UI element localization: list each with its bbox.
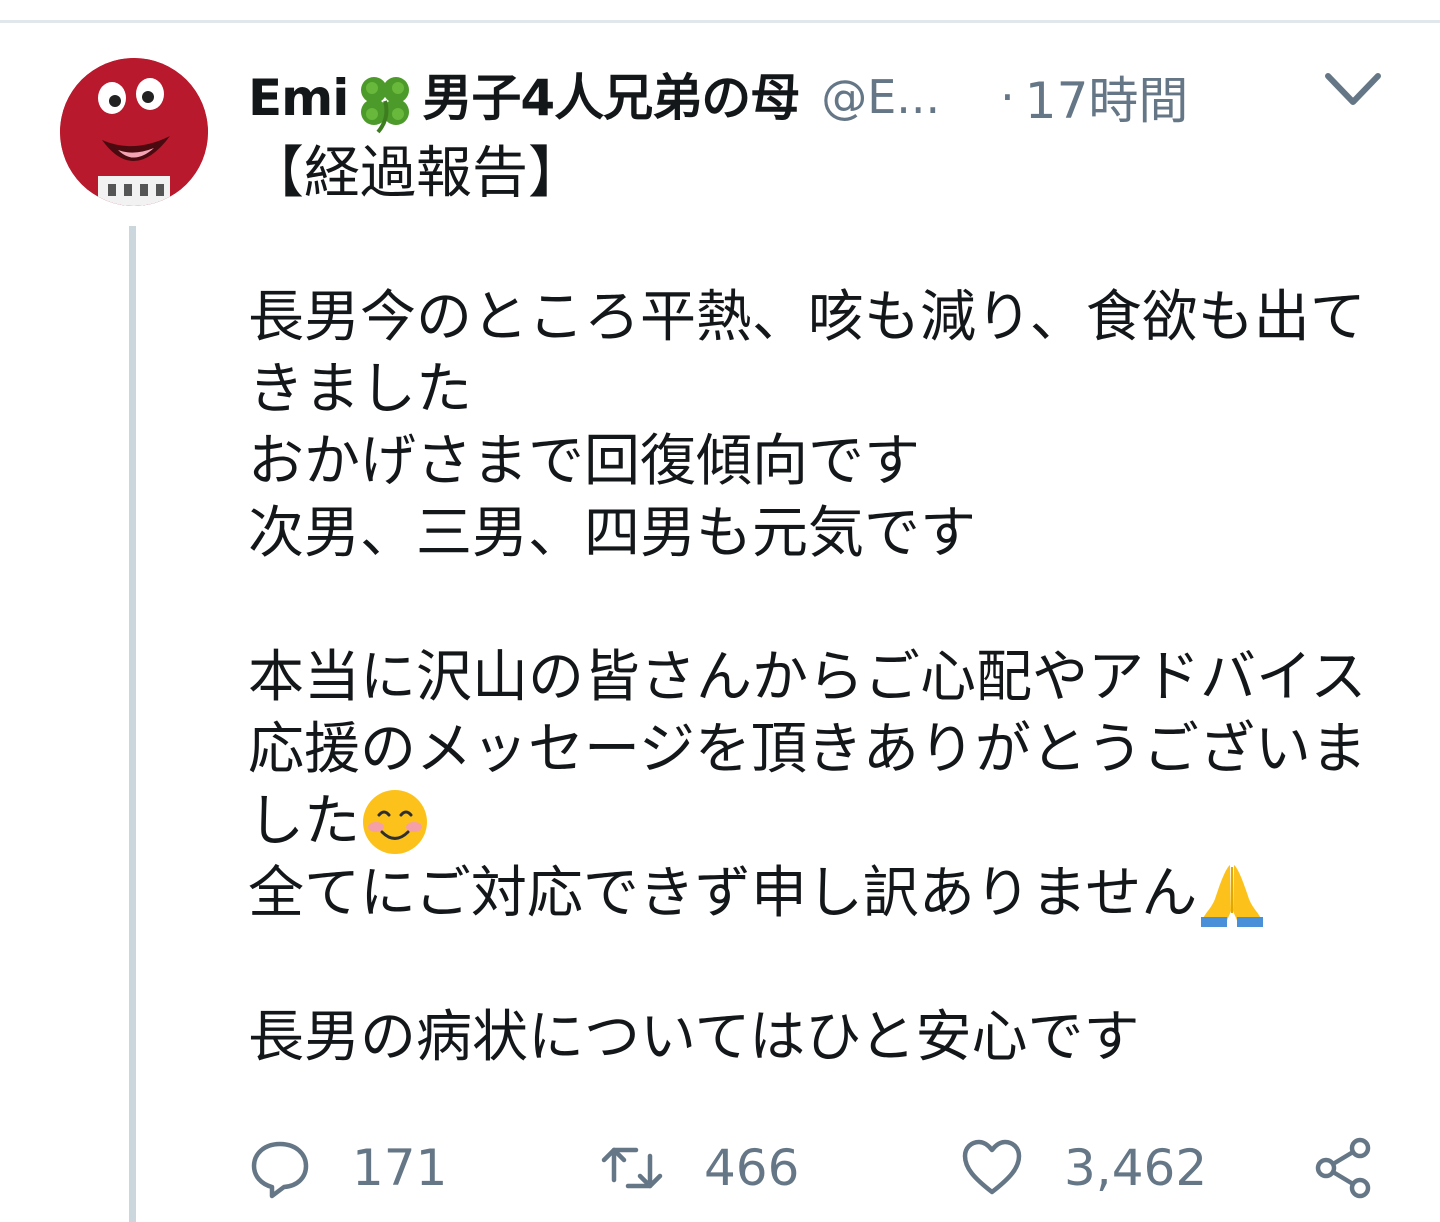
reply-count: 171 <box>352 1139 448 1197</box>
author-name-prefix: Emi <box>248 68 349 127</box>
retweet-count: 466 <box>704 1139 800 1197</box>
tweet-time[interactable]: 17時間 <box>1025 61 1189 133</box>
top-divider <box>0 20 1440 23</box>
tweet-line-text: した <box>248 789 360 854</box>
avatar-image <box>60 58 208 206</box>
thread-line <box>129 226 136 1222</box>
like-count: 3,462 <box>1064 1139 1208 1197</box>
action-bar: 171 466 3,462 <box>248 1128 1388 1208</box>
reply-icon <box>251 1141 309 1199</box>
folded-hands-icon <box>1201 865 1264 927</box>
tweet-text: 【経過報告】 長男今のところ平熱、咳も減り、食欲も出て きました おかげさまで回… <box>248 138 1398 1074</box>
smiling-face-with-blush-icon <box>363 790 427 854</box>
tweet-line: 【経過報告】 <box>248 141 584 206</box>
four-leaf-clover-icon <box>361 77 410 134</box>
share-icon <box>1315 1137 1371 1199</box>
author-name-suffix: 男子4人兄弟の母 <box>422 68 800 127</box>
avatar[interactable] <box>60 58 208 206</box>
tweet-line: 本当に沢山の皆さんからご心配やアドバイス <box>248 645 1367 710</box>
tweet-line: 次男、三男、四男も元気です <box>248 501 976 566</box>
tweet-line: おかげさまで回復傾向です <box>248 429 920 494</box>
reply-button[interactable]: 171 <box>248 1128 447 1208</box>
tweet-line: 長男今のところ平熱、咳も減り、食欲も出て <box>248 285 1366 350</box>
tweet-line: きました <box>248 357 472 422</box>
tweet-header: Emi 男子4人兄弟の母 @E... · 17時間 <box>248 61 1388 134</box>
tweet-line: 長男の病状についてはひと安心です <box>248 1005 1140 1070</box>
tweet-line: 全てにご対応できず申し訳ありません <box>248 858 1398 930</box>
tweet-line: 応援のメッセージを頂きありがとうございま <box>248 717 1367 782</box>
tweet-line: した <box>248 786 1398 858</box>
like-button[interactable]: 3,462 <box>960 1128 1207 1208</box>
chevron-down-icon[interactable] <box>1318 60 1388 120</box>
separator-dot: · <box>1000 70 1015 124</box>
tweet-line-text: 全てにご対応できず申し訳ありません <box>248 861 1198 926</box>
author-name[interactable]: Emi 男子4人兄弟の母 <box>248 58 800 137</box>
author-handle[interactable]: @E... <box>821 70 940 124</box>
retweet-button[interactable]: 466 <box>600 1128 799 1208</box>
share-button[interactable] <box>1312 1128 1376 1208</box>
retweet-icon <box>601 1147 663 1189</box>
heart-icon <box>962 1139 1022 1195</box>
